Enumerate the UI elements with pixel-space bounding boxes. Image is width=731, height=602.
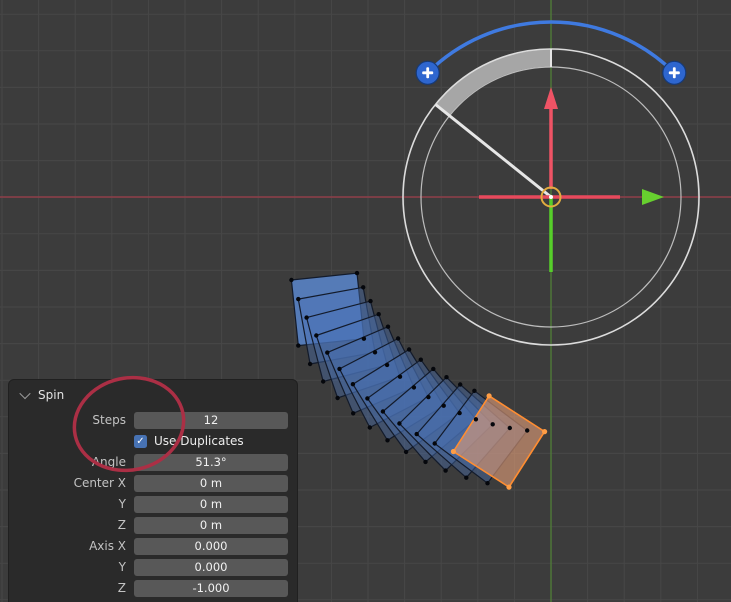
vertex-dot[interactable] — [404, 450, 408, 454]
axis-x-field[interactable]: 0.000 — [134, 538, 288, 555]
axis-z-label: Z — [18, 581, 134, 595]
plus-icon — [426, 67, 429, 78]
vertex-dot[interactable] — [443, 468, 447, 472]
vertex-dot[interactable] — [433, 441, 437, 445]
axis-y-row: Y 0.000 — [18, 558, 288, 576]
vertex-dot[interactable] — [304, 315, 308, 319]
center-y-label: Y — [18, 497, 134, 511]
vertex-dot[interactable] — [487, 393, 492, 398]
center-y-row: Y 0 m — [18, 495, 288, 513]
axis-z-row: Z -1.000 — [18, 579, 288, 597]
vertex-dot[interactable] — [397, 421, 401, 425]
vertex-dot[interactable] — [442, 404, 446, 408]
angle-row: Angle 51.3° — [18, 453, 288, 471]
use-duplicates-row: ✓ Use Duplicates — [18, 432, 288, 450]
vertex-dot[interactable] — [542, 429, 547, 434]
vertex-dot[interactable] — [426, 395, 430, 399]
vertex-dot[interactable] — [474, 417, 478, 421]
center-z-field[interactable]: 0 m — [134, 517, 288, 534]
vertex-dot[interactable] — [419, 358, 423, 362]
vertex-dot[interactable] — [407, 347, 411, 351]
center-z-row: Z 0 m — [18, 516, 288, 534]
vertex-dot[interactable] — [325, 350, 329, 354]
steps-field[interactable]: 12 — [134, 412, 288, 429]
center-x-field[interactable]: 0 m — [134, 475, 288, 492]
axis-x-label: Axis X — [18, 539, 134, 553]
vertex-dot[interactable] — [444, 375, 448, 379]
checkbox-checked-icon: ✓ — [134, 435, 147, 448]
vertex-dot[interactable] — [361, 285, 365, 289]
vertex-dot[interactable] — [377, 312, 381, 316]
panel-body: Steps 12 ✓ Use Duplicates Angle 51.3° Ce… — [9, 410, 297, 597]
vertex-dot[interactable] — [296, 343, 300, 347]
axis-y-label: Y — [18, 560, 134, 574]
angle-field[interactable]: 51.3° — [134, 454, 288, 471]
vertex-dot[interactable] — [464, 476, 468, 480]
vertex-dot[interactable] — [491, 422, 495, 426]
vertex-dot[interactable] — [373, 350, 377, 354]
vertex-dot[interactable] — [451, 449, 456, 454]
center-x-label: Center X — [18, 476, 134, 490]
vertex-dot[interactable] — [396, 336, 400, 340]
vertex-dot[interactable] — [423, 460, 427, 464]
angle-label: Angle — [18, 455, 134, 469]
vertex-dot[interactable] — [351, 411, 355, 415]
spin-operator-panel: Spin Steps 12 ✓ Use Duplicates Angle 51.… — [8, 379, 298, 602]
vertex-dot[interactable] — [431, 367, 435, 371]
vertex-dot[interactable] — [415, 432, 419, 436]
vertex-dot[interactable] — [365, 396, 369, 400]
center-x-row: Center X 0 m — [18, 474, 288, 492]
spin-panel-header[interactable]: Spin — [9, 380, 297, 410]
vertex-dot[interactable] — [296, 297, 300, 301]
steps-label: Steps — [18, 413, 134, 427]
steps-row: Steps 12 — [18, 411, 288, 429]
vertex-dot[interactable] — [398, 375, 402, 379]
vertex-dot[interactable] — [314, 333, 318, 337]
vertex-dot[interactable] — [485, 481, 489, 485]
axis-y-field[interactable]: 0.000 — [134, 559, 288, 576]
vertex-dot[interactable] — [337, 367, 341, 371]
axis-z-field[interactable]: -1.000 — [134, 580, 288, 597]
vertex-dot[interactable] — [321, 379, 325, 383]
use-duplicates-label: Use Duplicates — [154, 434, 244, 448]
vertex-dot[interactable] — [457, 411, 461, 415]
vertex-dot[interactable] — [385, 438, 389, 442]
vertex-dot[interactable] — [368, 425, 372, 429]
vertex-dot[interactable] — [368, 299, 372, 303]
vertex-dot[interactable] — [362, 337, 366, 341]
vertex-dot[interactable] — [355, 271, 359, 275]
vertex-dot[interactable] — [335, 396, 339, 400]
use-duplicates-checkbox[interactable]: ✓ Use Duplicates — [134, 434, 244, 448]
center-dot — [549, 195, 553, 199]
vertex-dot[interactable] — [386, 325, 390, 329]
chevron-down-icon — [19, 388, 30, 399]
vertex-dot[interactable] — [472, 389, 476, 393]
vertex-dot[interactable] — [385, 363, 389, 367]
vertex-dot[interactable] — [458, 382, 462, 386]
center-z-label: Z — [18, 518, 134, 532]
plus-icon — [673, 67, 676, 78]
vertex-dot[interactable] — [381, 409, 385, 413]
vertex-dot[interactable] — [289, 278, 293, 282]
vertex-dot[interactable] — [351, 382, 355, 386]
vertex-dot[interactable] — [308, 362, 312, 366]
panel-title: Spin — [38, 388, 64, 402]
center-y-field[interactable]: 0 m — [134, 496, 288, 513]
vertex-dot[interactable] — [525, 428, 529, 432]
vertex-dot[interactable] — [508, 426, 512, 430]
axis-x-row: Axis X 0.000 — [18, 537, 288, 555]
vertex-dot[interactable] — [412, 385, 416, 389]
vertex-dot[interactable] — [506, 485, 511, 490]
